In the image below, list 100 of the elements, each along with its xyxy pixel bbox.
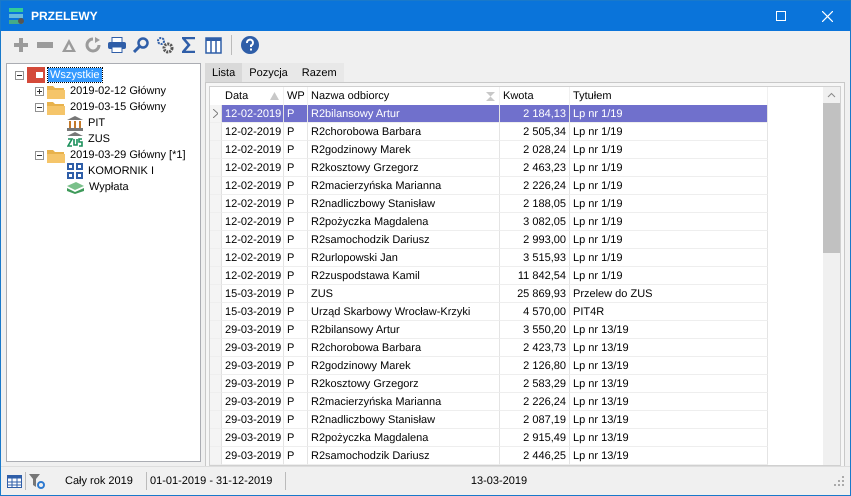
table-cell: 2 505,34 <box>500 123 570 141</box>
table-cell: Lp nr 1/19 <box>570 123 768 141</box>
table-cell: R2samochodzik Dariusz <box>308 231 500 249</box>
table-cell: 29-03-2019 <box>222 339 284 357</box>
table-cell: P <box>284 249 308 267</box>
tree-item[interactable]: Wypłata <box>87 180 131 194</box>
table-cell: R2bilansowy Artur <box>308 321 500 339</box>
table-cell: P <box>284 393 308 411</box>
table-cell: Lp nr 1/19 <box>570 195 768 213</box>
refresh-icon <box>85 37 101 53</box>
maximize-icon <box>776 11 786 21</box>
table-cell: Lp nr 13/19 <box>570 321 768 339</box>
print-button[interactable] <box>107 34 127 56</box>
table-cell: 29-03-2019 <box>222 429 284 447</box>
scrollbar[interactable] <box>823 87 840 465</box>
table-cell: P <box>284 357 308 375</box>
table-cell: Lp nr 1/19 <box>570 141 768 159</box>
collapse-toggle[interactable] <box>35 102 44 112</box>
table-cell: R2chorobowa Barbara <box>308 123 500 141</box>
help-button[interactable] <box>240 34 260 56</box>
scrollbar-thumb[interactable] <box>823 103 840 253</box>
collapse-toggle[interactable] <box>15 70 24 80</box>
grid-icon <box>67 163 83 179</box>
table-cell: R2samochodzik Dariusz <box>308 447 500 465</box>
expand-toggle[interactable] <box>35 86 44 96</box>
table-cell: R2pożyczka Magdalena <box>308 429 500 447</box>
collapse-toggle[interactable] <box>35 150 44 160</box>
column-header[interactable]: Data <box>225 90 248 102</box>
money-stack-icon <box>67 180 84 194</box>
table-cell: Urząd Skarbowy Wrocław-Krzyki <box>308 303 500 321</box>
zus-logo-icon <box>67 132 83 146</box>
table-cell: R2macierzyńska Marianna <box>308 393 500 411</box>
table-cell: R2bilansowy Artur <box>308 105 500 123</box>
table-cell: PIT4R <box>570 303 768 321</box>
hourglass-icon <box>486 92 495 101</box>
table-cell: 3 550,20 <box>500 321 570 339</box>
table-cell: P <box>284 321 308 339</box>
table-cell: 12-02-2019 <box>222 249 284 267</box>
folder-icon <box>47 148 65 162</box>
table-cell: 12-02-2019 <box>222 195 284 213</box>
current-row-icon <box>213 109 218 118</box>
bank-icon <box>67 116 83 130</box>
table-icon <box>7 474 22 488</box>
table-cell: 12-02-2019 <box>222 231 284 249</box>
settings-button[interactable] <box>155 34 175 56</box>
triangle-icon <box>61 38 77 52</box>
row-indicator[interactable] <box>210 105 222 123</box>
table-cell: Lp nr 13/19 <box>570 429 768 447</box>
column-header[interactable]: Tytułem <box>573 90 612 102</box>
table-cell: 29-03-2019 <box>222 357 284 375</box>
table-cell: Lp nr 1/19 <box>570 231 768 249</box>
table-cell: R2pożyczka Magdalena <box>308 213 500 231</box>
table-cell: Lp nr 1/19 <box>570 105 768 123</box>
close-icon <box>822 10 832 22</box>
tree-item[interactable]: KOMORNIK I <box>86 164 156 178</box>
table-cell: ZUS <box>308 285 500 303</box>
table-cell: P <box>284 141 308 159</box>
table-cell: 2 423,73 <box>500 339 570 357</box>
tree-item[interactable]: 2019-03-15 Główny <box>68 100 168 114</box>
table-cell: 2 028,24 <box>500 141 570 159</box>
tab[interactable]: Pozycja <box>242 63 295 82</box>
table-cell: 29-03-2019 <box>222 321 284 339</box>
table-cell: 2 463,23 <box>500 159 570 177</box>
table-cell: P <box>284 213 308 231</box>
table-cell: Lp nr 13/19 <box>570 375 768 393</box>
tree-item[interactable]: ZUS <box>86 132 112 146</box>
wallet-icon <box>27 67 45 83</box>
tree-item[interactable]: PIT <box>86 116 108 130</box>
table-cell: P <box>284 375 308 393</box>
table-cell: 12-02-2019 <box>222 123 284 141</box>
table-cell: Lp nr 13/19 <box>570 393 768 411</box>
tab[interactable]: Razem <box>294 63 344 82</box>
column-header[interactable]: Kwota <box>503 90 534 102</box>
tree-item[interactable]: 2019-03-29 Główny [*1] <box>68 148 188 162</box>
table-cell: R2kosztowy Grzegorz <box>308 375 500 393</box>
table-cell: R2macierzyńska Marianna <box>308 177 500 195</box>
table-cell: P <box>284 231 308 249</box>
table-cell: 2 087,19 <box>500 411 570 429</box>
gears-icon <box>156 36 174 54</box>
window-title: PRZELEWY <box>31 9 99 23</box>
table-cell: R2godzinowy Marek <box>308 357 500 375</box>
table-cell: 11 842,54 <box>500 267 570 285</box>
column-header[interactable]: Nazwa odbiorcy <box>311 90 390 102</box>
table-cell: P <box>284 429 308 447</box>
tree-item[interactable]: 2019-02-12 Główny <box>68 84 168 98</box>
table-cell: 2 126,80 <box>500 357 570 375</box>
table-cell: 2 226,24 <box>500 177 570 195</box>
folder-icon <box>47 84 65 98</box>
tab[interactable]: Lista <box>205 63 242 82</box>
table-cell: 29-03-2019 <box>222 393 284 411</box>
table-cell: 29-03-2019 <box>222 447 284 465</box>
table-cell: P <box>284 159 308 177</box>
column-header[interactable]: WP <box>287 90 305 102</box>
table-cell: R2kosztowy Grzegorz <box>308 159 500 177</box>
table-cell: R2nadliczbowy Stanisław <box>308 411 500 429</box>
table-cell: R2godzinowy Marek <box>308 141 500 159</box>
sort-ascending-icon <box>270 92 279 100</box>
table-cell: P <box>284 195 308 213</box>
table-cell: R2zuspodstawa Kamil <box>308 267 500 285</box>
folder-icon <box>47 100 65 114</box>
